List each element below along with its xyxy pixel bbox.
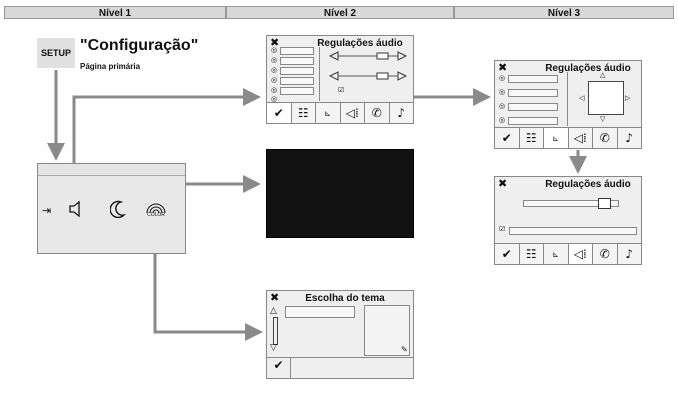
balance-icon[interactable]: ⊾ <box>544 128 569 148</box>
list-item[interactable]: ◎ <box>499 75 563 83</box>
list-item[interactable]: ◎ <box>271 57 315 65</box>
slider-bass[interactable] <box>329 51 407 61</box>
panel-title: Escolha do tema <box>305 293 385 304</box>
main-panel-topbar <box>38 164 185 176</box>
check-icon[interactable]: ✔ <box>495 244 520 264</box>
voice-icon[interactable]: ♪ <box>389 103 413 123</box>
divider <box>319 47 320 101</box>
theme-edit-icon[interactable]: ✎ <box>401 345 408 354</box>
option-field[interactable] <box>509 227 637 235</box>
phone-icon[interactable]: ✆ <box>593 128 618 148</box>
balance-right-icon[interactable]: ▷ <box>625 94 630 102</box>
sound-ambiance-icon[interactable]: ◁⁞ <box>340 103 365 123</box>
slider-treble[interactable] <box>329 71 407 81</box>
list-item[interactable]: ◎ <box>271 77 315 85</box>
audio-panel-level3-a: ✖ Regulações áudio ◎ ◎ ◎ ◎ △ ◁ ▷ ▽ ✔ ☷ ⊾… <box>494 60 642 149</box>
check-icon[interactable]: ✔ <box>267 103 292 123</box>
list-item[interactable]: ◎ <box>499 103 563 111</box>
check-icon[interactable]: ✔ <box>495 128 520 148</box>
dark-screen <box>266 149 414 238</box>
checkbox-icon[interactable]: ☑ <box>338 86 344 94</box>
voice-icon[interactable]: ♪ <box>617 244 641 264</box>
list-item[interactable]: ◎ <box>271 47 315 55</box>
scroll-up-icon[interactable]: △ <box>270 306 277 316</box>
toolbar: ✔ <box>266 357 414 379</box>
list-item[interactable]: ◎ <box>499 117 563 125</box>
balance-down-icon[interactable]: ▽ <box>600 115 605 123</box>
scrollbar[interactable] <box>273 317 278 345</box>
volume-slider[interactable] <box>523 198 619 209</box>
list-item[interactable]: ◎ <box>499 89 563 97</box>
checkbox-icon[interactable]: ☑ <box>499 225 505 233</box>
color-icon[interactable]: COLOR <box>143 201 169 221</box>
theme-panel: ✖ Escolha do tema △ ▽ ✎ ✔ <box>266 290 414 379</box>
toolbar: ✔ ☷ ⊾ ◁⁞ ✆ ♪ <box>494 243 642 265</box>
check-icon[interactable]: ✔ <box>267 358 291 378</box>
panel-title: Regulações áudio <box>545 179 631 190</box>
phone-icon[interactable]: ✆ <box>593 244 618 264</box>
list-item[interactable]: ◎ <box>271 87 315 95</box>
color-label: COLOR <box>147 212 165 218</box>
toolbar: ✔ ☷ ⊾ ◁⁞ ✆ ♪ <box>494 127 642 149</box>
scroll-down-icon[interactable]: ▽ <box>270 343 277 353</box>
audio-panel-level3-b: ✖ Regulações áudio ☑ ✔ ☷ ⊾ ◁⁞ ✆ ♪ <box>494 176 642 265</box>
toolbar: ✔ ☷ ⊾ ◁⁞ ✆ ♪ <box>266 102 414 124</box>
divider <box>567 72 568 126</box>
balance-left-icon[interactable]: ◁ <box>579 94 584 102</box>
theme-option-field[interactable] <box>285 306 355 318</box>
audio-panel-level2: ✖ Regulações áudio ◎ ◎ ◎ ◎ ◎ ◎ ☑ ✔ ☷ ⊾ ◁… <box>266 35 414 124</box>
balance-up-icon[interactable]: △ <box>600 71 605 79</box>
equalizer-icon[interactable]: ☷ <box>519 128 544 148</box>
voice-icon[interactable]: ♪ <box>617 128 641 148</box>
sound-ambiance-icon[interactable]: ◁⁞ <box>568 128 593 148</box>
phone-icon[interactable]: ✆ <box>365 103 390 123</box>
equalizer-icon[interactable]: ☷ <box>519 244 544 264</box>
slider-handle[interactable] <box>598 198 611 209</box>
moon-icon[interactable] <box>109 200 127 219</box>
speaker-icon[interactable] <box>68 200 82 218</box>
main-panel: ⇥ COLOR <box>37 163 186 254</box>
equalizer-icon[interactable]: ☷ <box>291 103 316 123</box>
panel-title: Regulações áudio <box>545 63 631 74</box>
source-icon[interactable]: ⇥ <box>42 204 51 217</box>
list-item[interactable]: ◎ <box>271 67 315 75</box>
sound-ambiance-icon[interactable]: ◁⁞ <box>568 244 593 264</box>
balance-pad[interactable] <box>588 81 624 115</box>
balance-icon[interactable]: ⊾ <box>316 103 341 123</box>
balance-icon[interactable]: ⊾ <box>544 244 569 264</box>
